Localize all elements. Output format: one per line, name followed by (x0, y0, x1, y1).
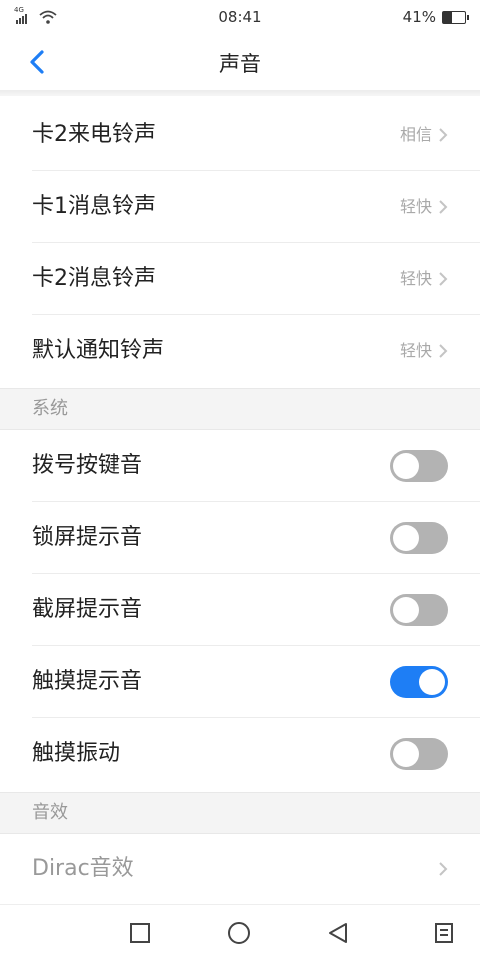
row-label: 截屏提示音 (32, 597, 143, 622)
toggle-knob (419, 669, 445, 695)
section-header-system: 系统 (0, 388, 480, 430)
touch-vibration-toggle[interactable] (390, 738, 448, 770)
row-value: 相信 (399, 125, 432, 144)
row-label: 卡2来电铃声 (32, 122, 156, 147)
toggle-knob (393, 525, 419, 551)
row-value: 轻快 (399, 269, 432, 288)
triangle-back-icon[interactable] (326, 921, 350, 945)
toggle-knob (393, 453, 419, 479)
setting-row-lock-screen-tone[interactable]: 锁屏提示音 (0, 502, 480, 574)
page-title: 声音 (219, 52, 261, 76)
app-header: 声音 (0, 34, 480, 90)
row-value: 轻快 (399, 197, 432, 216)
screenshot-tone-toggle[interactable] (390, 594, 448, 626)
section-title: 音效 (32, 802, 68, 823)
row-value: 轻快 (399, 341, 432, 360)
chevron-right-icon (439, 200, 448, 214)
touch-tone-toggle[interactable] (390, 666, 448, 698)
battery-icon (442, 10, 469, 24)
header-divider (0, 90, 480, 96)
setting-row-touch-tone[interactable]: 触摸提示音 (0, 646, 480, 718)
row-label: 卡1消息铃声 (32, 194, 156, 219)
section-title: 系统 (32, 398, 68, 419)
chevron-right-icon (439, 344, 448, 358)
setting-row-screenshot-tone[interactable]: 截屏提示音 (0, 574, 480, 646)
chevron-right-icon (439, 272, 448, 286)
row-label: 触摸振动 (32, 741, 121, 766)
chevron-right-icon (439, 128, 448, 142)
lock-screen-tone-toggle[interactable] (390, 522, 448, 554)
navigation-bar (0, 904, 480, 961)
square-icon[interactable] (128, 921, 152, 945)
setting-row-default-notification-ringtone[interactable]: 默认通知铃声 轻快 (0, 315, 480, 387)
row-label: 拨号按键音 (32, 453, 143, 478)
battery-percent: 41% (402, 8, 436, 26)
setting-row-dirac-effect[interactable]: Dirac音效 (0, 833, 480, 905)
row-label: 卡2消息铃声 (32, 266, 156, 291)
dial-key-tone-toggle[interactable] (390, 450, 448, 482)
battery-level (443, 11, 453, 23)
toggle-knob (393, 597, 419, 623)
circle-icon[interactable] (227, 921, 251, 945)
menu-icon[interactable] (432, 921, 456, 945)
row-label: 默认通知铃声 (32, 338, 165, 363)
setting-row-dial-key-tone[interactable]: 拨号按键音 (0, 430, 480, 502)
toggle-knob (393, 741, 419, 767)
row-label: 触摸提示音 (32, 669, 143, 694)
setting-row-card2-message-ringtone[interactable]: 卡2消息铃声 轻快 (0, 243, 480, 315)
chevron-right-icon (439, 862, 448, 876)
setting-row-card2-call-ringtone[interactable]: 卡2来电铃声 相信 (0, 99, 480, 171)
setting-row-touch-vibration[interactable]: 触摸振动 (0, 718, 480, 790)
row-label: 锁屏提示音 (32, 525, 143, 550)
row-label: Dirac音效 (32, 856, 134, 881)
status-bar: 4G 08:41 41% (0, 0, 480, 34)
section-header-effects: 音效 (0, 792, 480, 834)
setting-row-card1-message-ringtone[interactable]: 卡1消息铃声 轻快 (0, 171, 480, 243)
